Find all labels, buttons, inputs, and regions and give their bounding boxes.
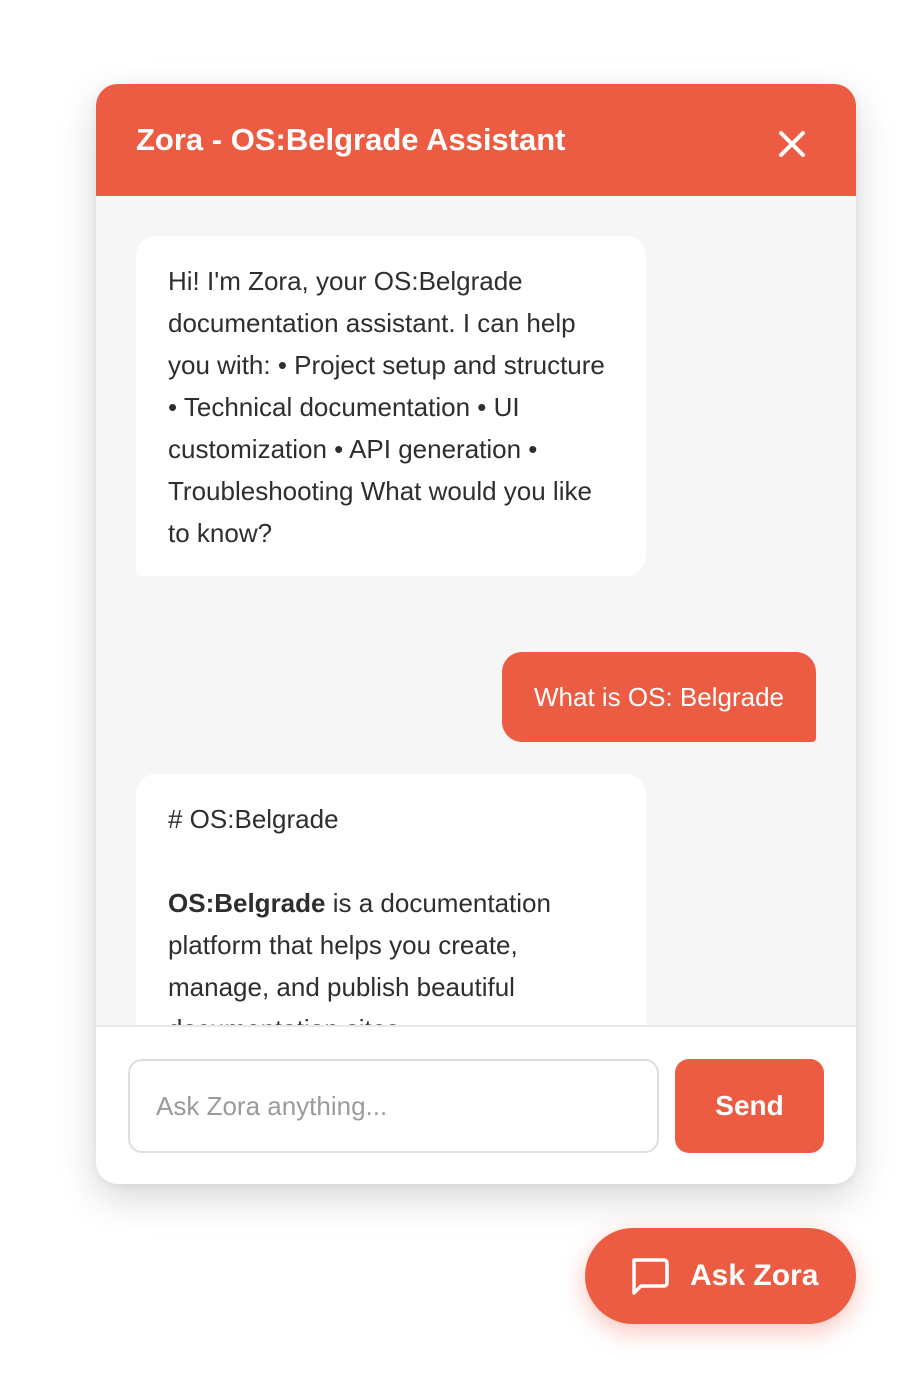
input-area: Send [96, 1025, 856, 1184]
chat-header: Zora - OS:Belgrade Assistant [96, 84, 856, 196]
message-list[interactable]: Hi! I'm Zora, your OS:Belgrade documenta… [96, 196, 856, 1025]
assistant-message: Hi! I'm Zora, your OS:Belgrade documenta… [136, 236, 646, 576]
ask-zora-button[interactable]: Ask Zora [585, 1228, 856, 1324]
chat-input[interactable] [128, 1059, 659, 1153]
chat-window: Zora - OS:Belgrade Assistant Hi! I'm Zor… [96, 84, 856, 1184]
close-button[interactable] [770, 122, 814, 166]
bold-text: OS:Belgrade [168, 888, 326, 918]
send-button[interactable]: Send [675, 1059, 824, 1153]
assistant-message: # OS:Belgrade OS:Belgrade is a documenta… [136, 774, 646, 1025]
close-icon [779, 131, 805, 157]
user-message: What is OS: Belgrade [502, 652, 816, 742]
chat-title: Zora - OS:Belgrade Assistant [136, 122, 566, 157]
ask-zora-label: Ask Zora [690, 1259, 819, 1292]
markdown-heading: # OS:Belgrade [168, 804, 339, 834]
chat-bubble-icon [632, 1258, 669, 1295]
